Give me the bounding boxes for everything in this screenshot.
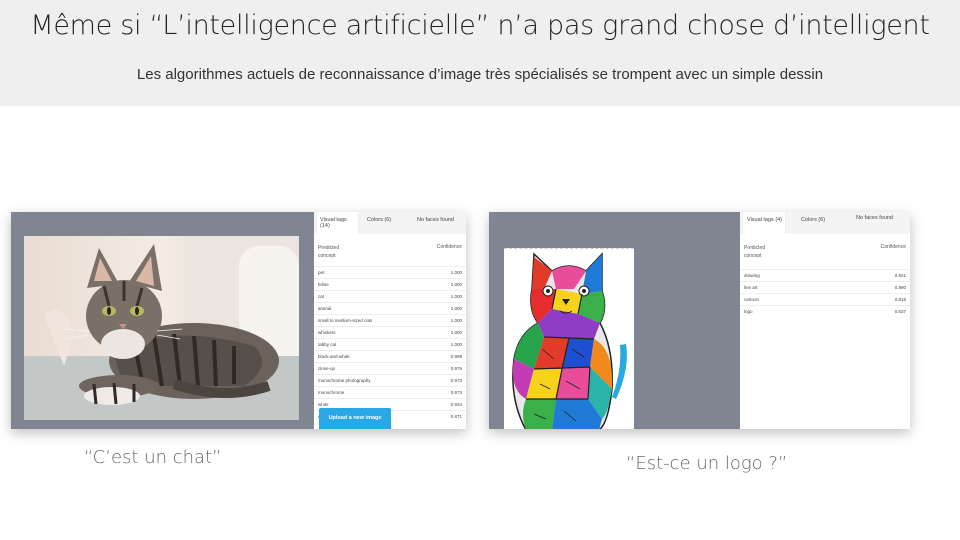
table-row: drawing 0.921 [740,269,910,281]
tab-visual-tags[interactable]: Visual tags (14) [316,212,359,234]
concept-name: small to medium-sized cats [318,318,373,323]
tab-faces[interactable]: No faces found [856,215,893,221]
concept-name: cat [318,294,325,299]
confidence-value: 1.000 [450,294,462,299]
confidence-value: 0.973 [450,390,462,395]
column-confidence: Confidence [880,244,906,250]
confidence-value: 0.976 [450,366,462,371]
confidence-value: 0.637 [894,309,906,314]
table-row: line art 0.890 [740,281,910,293]
table-row: whiskers 1.000 [314,326,466,338]
cat-drawing [504,248,634,429]
concept-name: pet [318,270,325,275]
cat-analysis-screenshot: Visual tags (14) Colors (6) No faces fou… [11,212,466,429]
confidence-value: 0.890 [894,285,906,290]
panel-tabs: Visual tags (4) Colors (6) No faces foun… [740,212,910,234]
confidence-value: 1.000 [450,342,462,347]
tags-panel: Visual tags (14) Colors (6) No faces fou… [314,212,466,429]
table-row: small to medium-sized cats 1.000 [314,314,466,326]
panel-tabs: Visual tags (14) Colors (6) No faces fou… [314,212,466,234]
concept-name: monochrome photography [318,378,371,383]
table-row: monochrome photography 0.973 [314,374,466,386]
table-header: Predicted concept Confidence [740,242,910,264]
concept-name: logo [744,309,753,314]
caption-logo: “Est-ce un logo ?” [626,453,788,474]
concept-name: animal [318,306,332,311]
tags-panel: Visual tags (4) Colors (6) No faces foun… [740,212,910,429]
confidence-value: 0.999 [450,354,462,359]
table-row: cartoon 0.815 [740,293,910,305]
concept-name: line art [744,285,758,290]
column-confidence: Confidence [436,244,462,250]
confidence-value: 1.000 [450,306,462,311]
concept-name: feline [318,282,329,287]
confidence-value: 1.000 [450,330,462,335]
confidence-value: 0.934 [450,402,462,407]
drawing-analysis-screenshot: Visual tags (4) Colors (6) No faces foun… [489,212,910,429]
slide-subtitle: Les algorithmes actuels de reconnaissanc… [136,66,824,83]
concept-name: tabby cat [318,342,337,347]
table-row: feline 1.000 [314,278,466,290]
concept-name: black-and-white [318,354,350,359]
concept-name: cartoon [744,297,760,302]
confidence-value: 1.000 [450,282,462,287]
tags-list: pet 1.000 feline 1.000 cat 1.000 animal 1.000 sm… [314,266,466,422]
column-concept: Predicted concept [318,245,340,259]
table-row: animal 1.000 [314,302,466,314]
table-row: pet 1.000 [314,266,466,278]
table-header: Predicted concept Confidence [314,242,466,264]
confidence-value: 0.973 [450,378,462,383]
tab-colors[interactable]: Colors (6) [801,217,825,223]
slide-header: Même si “L’intelligence artificielle” n’… [0,0,960,106]
tab-visual-tags[interactable]: Visual tags (4) [742,212,786,234]
table-row: black-and-white 0.999 [314,350,466,362]
concept-name: monochrome [318,390,345,395]
column-concept: Predicted concept [744,245,766,259]
concept-name: close-up [318,366,336,371]
confidence-value: 0.921 [894,273,906,278]
table-row: cat 1.000 [314,290,466,302]
tab-colors[interactable]: Colors (6) [367,217,391,223]
confidence-value: 0.815 [894,297,906,302]
table-row: logo 0.637 [740,305,910,317]
table-row: monochrome 0.973 [314,386,466,398]
tags-list: drawing 0.921 line art 0.890 cartoon 0.815 log… [740,269,910,317]
confidence-value: 0.871 [450,414,462,419]
concept-name: drawing [744,273,760,278]
slide-title: Même si “L’intelligence artificielle” n’… [30,10,930,41]
table-row: close-up 0.976 [314,362,466,374]
table-row: tabby cat 1.000 [314,338,466,350]
cat-photo [24,236,299,420]
confidence-value: 1.000 [450,270,462,275]
tab-faces[interactable]: No faces found [417,217,454,223]
upload-image-button[interactable]: Upload a new image [319,408,391,429]
confidence-value: 1.000 [450,318,462,323]
concept-name: whiskers [318,330,336,335]
caption-cat: “C’est un chat” [84,447,222,468]
concept-name: white [318,402,329,407]
